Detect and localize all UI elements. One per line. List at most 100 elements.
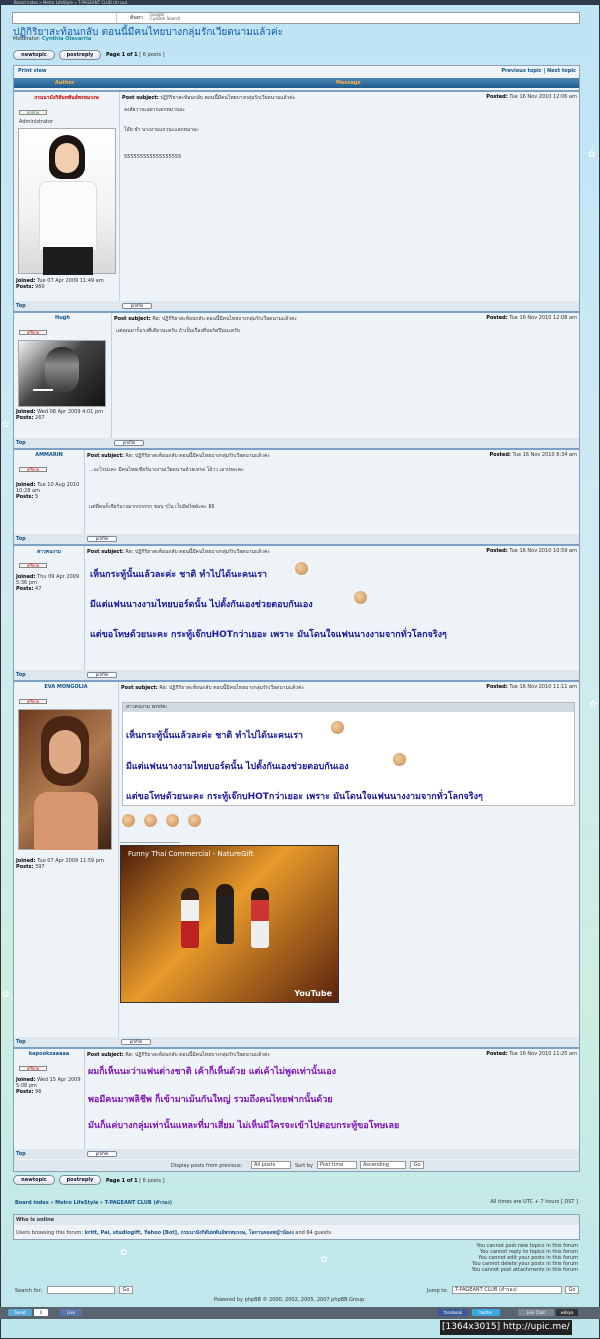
dancing-emoticon [144, 814, 157, 827]
breadcrumb-metro[interactable]: Metro LifeStyle [55, 1200, 98, 1206]
order-select[interactable]: Ascending [360, 1161, 406, 1169]
post-text: ผมก็เห็นนะว่าแฟนต่างชาติ เค้าก็เห็นด้วย … [88, 1067, 337, 1077]
post-footer: Top profile [14, 1149, 579, 1159]
top-link[interactable]: Top [16, 1037, 26, 1047]
user-info: Joined: Tue 07 Apr 2009 11:49 am Posts: 9… [16, 278, 104, 290]
topic-nav-links: Previous topic | Next topic [501, 68, 576, 74]
video-title: Funny Thai Commercial - NatureGift [128, 850, 254, 858]
forum-permissions: You cannot post new topics in this forum… [471, 1243, 578, 1273]
new-topic-button[interactable]: newtopic [13, 1175, 55, 1185]
search-forum-input[interactable] [47, 1286, 115, 1294]
search-go-button[interactable]: Go [119, 1286, 133, 1294]
offline-badge: offline [19, 467, 47, 472]
post-author[interactable]: EVA MONGOLIA [14, 684, 118, 690]
search-button[interactable]: ค้นหา [130, 14, 143, 22]
social-toolbar: Tweet 0 Like facebook twitter Join Chat … [0, 1307, 600, 1319]
profile-button[interactable]: profile [87, 672, 117, 678]
top-link[interactable]: Top [16, 670, 26, 680]
profile-button[interactable]: profile [87, 536, 117, 542]
join-chat-button[interactable]: Join Chat [518, 1309, 554, 1316]
like-button[interactable]: Like [60, 1309, 82, 1316]
flower-decoration: ✿ [589, 700, 597, 710]
pagination: Page 1 of 1 [ 6 posts ] [106, 1178, 165, 1184]
youtube-video[interactable]: Funny Thai Commercial - NatureGift YouTu… [120, 845, 339, 1003]
post-text: ลงสัยวาจะอยากเดกหมานอะ [124, 107, 185, 113]
post-text: แต่ขอโทษด้วยนะคะ กระทู้เจ๊กบHOTกว่าเยอะ … [90, 630, 447, 640]
online-users: Users browsing this forum: kritt, Pai, s… [16, 1230, 331, 1236]
post-2: Hugh Post subject: Re: ปฏิกิริยาสะท้อนกล… [14, 311, 579, 448]
profile-button[interactable]: profile [122, 303, 152, 309]
twitter-link[interactable]: twitter [472, 1309, 500, 1316]
breadcrumb-forum[interactable]: T-PAGEANT CLUB (สำรอง) [105, 1200, 172, 1206]
moderator-link[interactable]: Cynthia Olavarria [42, 36, 91, 42]
post-text: แต่ที่คนก็เชียร์นางมากกกกกก ชอบ ๆไน เว็บ… [89, 504, 215, 510]
display-select[interactable]: All posts [251, 1161, 291, 1169]
dancing-emoticon [166, 814, 179, 827]
online-badge: online [19, 110, 47, 115]
post-subject: Post subject: Re: ปฏิกิริยาสะท้อนกลับ ตอ… [87, 1052, 271, 1058]
post-text: เห็นกระทู้นั้นแล้วละค่ะ ชาติ ทำไปได้นะคน… [90, 570, 268, 580]
profile-button[interactable]: profile [121, 1039, 151, 1045]
post-reply-button[interactable]: postreply [59, 1175, 101, 1185]
go-button[interactable]: Go [410, 1161, 424, 1169]
quote-header: สาวคนงาม wrote: [123, 703, 574, 712]
quote-text: เห็นกระทู้นั้นแล้วละค่ะ ชาติ ทำไปได้นะคน… [126, 731, 304, 741]
user-info: Joined: Thu 09 Apr 2009 5:36 pm Posts: 47 [16, 574, 80, 592]
quote-text: แต่ขอโทษด้วยนะคะ กระทู้เจ๊กบHOTกว่าเยอะ … [126, 792, 483, 802]
quote-block: สาวคนงาม wrote: เห็นกระทู้นั้นแล้วละค่ะ … [122, 702, 575, 806]
window-titlebar: Board index » Metro LifeStyle » T-PAGEAN… [0, 0, 600, 5]
top-link[interactable]: Top [16, 534, 26, 544]
post-text: โอ๊ย ชำ นางงามแกวนะแลกหมาอะ [124, 127, 199, 133]
post-subject: Post subject: Re: ปฏิกิริยาสะท้อนกลับ ตอ… [87, 453, 271, 459]
sort-select[interactable]: Post time [317, 1161, 357, 1169]
post-text: พอมีคนมาพลิชีพ ก็เข้ามาเม้นกันใหญ่ รวมถึ… [88, 1095, 333, 1105]
timezone-note: All times are UTC + 7 hours [ DST ] [490, 1199, 578, 1205]
post-4: สาวคนงาม Post subject: Re: ปฏิกิริยาสะท้… [14, 544, 579, 680]
profile-button[interactable]: profile [87, 1151, 117, 1157]
jump-select[interactable]: T-PAGEANT CLUB (สำรอง) [452, 1286, 562, 1294]
post-subject: Post subject: Re: ปฏิกิริยาสะท้อนกลับ ตอ… [87, 549, 271, 555]
post-author[interactable]: AMMARIN [14, 452, 84, 458]
post-text: แต่คุณมาก็แรงที่เดียวนะครับ ถ้าเป็นเรื่อ… [116, 328, 241, 334]
facebook-link[interactable]: facebook [438, 1309, 468, 1316]
search-input[interactable] [13, 13, 117, 23]
post-reply-button[interactable]: postreply [59, 50, 101, 60]
flower-decoration: ✿ [2, 990, 10, 1000]
avatar [18, 709, 112, 850]
profile-button[interactable]: profile [114, 440, 144, 446]
powered-by: Powered by phpBB © 2000, 2002, 2005, 200… [214, 1297, 365, 1303]
top-link[interactable]: Top [16, 438, 26, 448]
post-text: มันก็แค่บางกลุ่มเท่านั้นแหละที่มาเสี่ยม … [88, 1121, 400, 1131]
post-author[interactable]: kapookzaaaaa [14, 1051, 84, 1057]
next-topic-link[interactable]: Next topic [547, 68, 576, 74]
post-subject: Post subject: Re: ปฏิกิริยาสะท้อนกลับ ตอ… [114, 316, 298, 322]
top-link[interactable]: Top [16, 1149, 26, 1159]
breadcrumb-board-index[interactable]: Board index [15, 1200, 49, 1206]
tweet-button[interactable]: Tweet [8, 1309, 32, 1316]
post-author[interactable]: Hugh [14, 315, 111, 321]
message-column-header: Message [336, 80, 361, 86]
top-link[interactable]: Top [16, 301, 26, 311]
post-footer: Top profile [14, 1037, 579, 1047]
breadcrumb: Board index » Metro LifeStyle » T-PAGEAN… [15, 1200, 173, 1206]
online-user-links[interactable]: kritt, Pai, studiogift, Yahoo [Bot], กรม… [85, 1230, 294, 1236]
print-view-link[interactable]: Print view [18, 66, 47, 76]
post-date: Posted: Tue 16 Nov 2010 8:34 am [489, 452, 577, 458]
dog-emoticon [295, 562, 308, 575]
flower-decoration: ✿ [2, 420, 10, 430]
moderator-line: Moderator: Cynthia Olavarria [13, 36, 92, 42]
sort-label: Sort by [295, 1163, 313, 1169]
new-topic-button[interactable]: newtopic [13, 50, 55, 60]
offline-badge: offline [19, 699, 47, 704]
user-rank: Administrator [19, 119, 54, 125]
dancing-emoticon [122, 814, 135, 827]
post-author[interactable]: สาวคนงาม [14, 548, 84, 556]
offline-badge: offline [19, 1066, 47, 1071]
who-is-online: Who is online Users browsing this forum:… [13, 1214, 580, 1240]
previous-topic-link[interactable]: Previous topic [501, 68, 541, 74]
post-subject: Post subject: Re: ปฏิกิริยาสะท้อนกลับ ตอ… [121, 685, 305, 691]
jump-label: Jump to: [427, 1288, 448, 1294]
post-author[interactable]: กรมนามังกิสันทพันธ์พรหมรงษ [14, 94, 119, 102]
wibiya-logo: wibiya [556, 1309, 578, 1316]
jump-go-button[interactable]: Go [565, 1286, 579, 1294]
